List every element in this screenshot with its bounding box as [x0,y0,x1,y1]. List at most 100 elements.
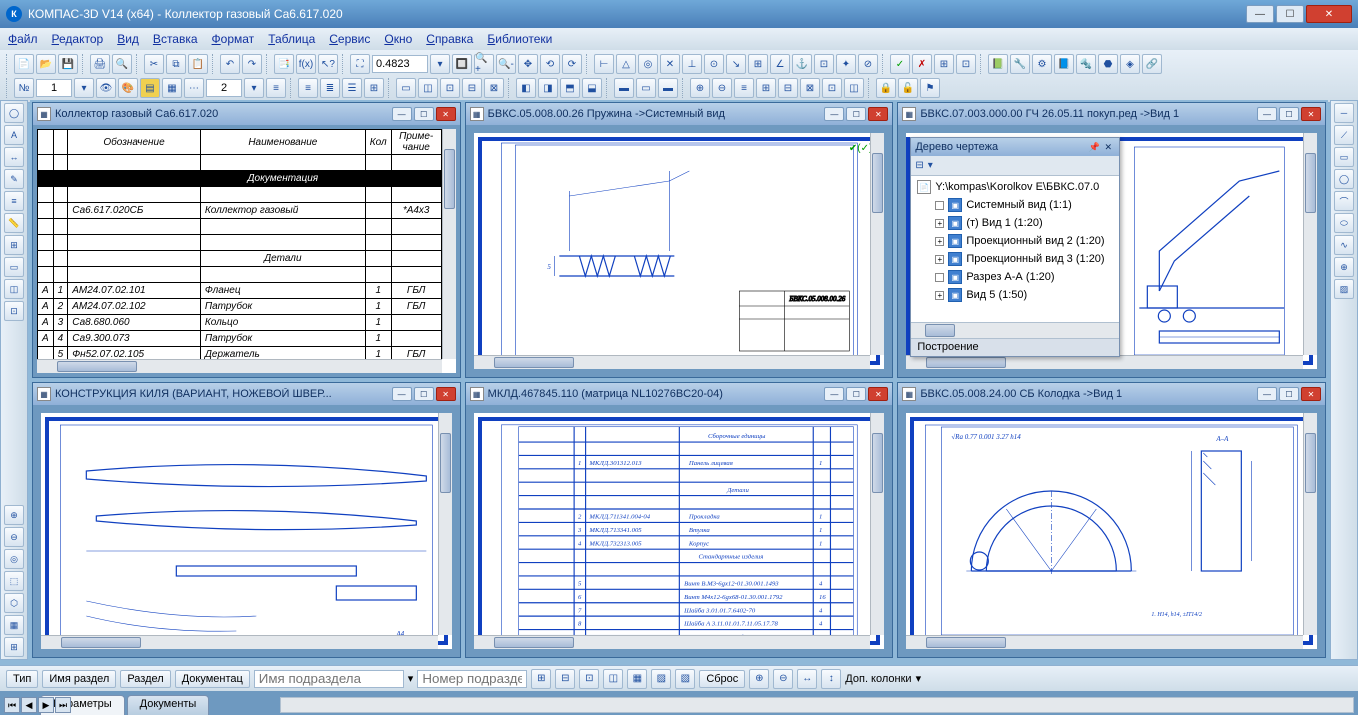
t2-j-icon[interactable]: ▬ [614,78,634,98]
sub-close-button[interactable]: ✕ [1301,107,1321,121]
lib-g-icon[interactable]: ◈ [1120,54,1140,74]
tree-tool-b-icon[interactable]: ▾ [928,160,933,171]
t2-i-icon[interactable]: ⬓ [582,78,602,98]
t2-g-icon[interactable]: ◨ [538,78,558,98]
tab-documents[interactable]: Документы [127,695,210,715]
close-button[interactable]: ✕ [1306,5,1352,23]
scrollbar-horizontal[interactable] [37,359,442,373]
rtool-i-icon[interactable]: ▨ [1334,279,1354,299]
pan-icon[interactable]: ✥ [518,54,538,74]
tab-nav-next-icon[interactable]: ▶ [38,697,54,713]
snap-angle-icon[interactable]: ∠ [770,54,790,74]
vtool-edit-icon[interactable]: ✎ [4,169,24,189]
zoom-out-icon[interactable]: 🔍- [496,54,516,74]
menu-file[interactable]: Файл [8,32,38,46]
tree-item[interactable]: ▣Разрез А-А (1:20) [913,268,1117,286]
zoom-prev-icon[interactable]: ⟲ [540,54,560,74]
preview-icon[interactable]: 🔍 [112,54,132,74]
tree-tool-a-icon[interactable]: ⊟ [915,160,923,171]
t2-d-icon[interactable]: ⊟ [462,78,482,98]
cut-icon[interactable]: ✂ [144,54,164,74]
layer-color-icon[interactable]: 🎨 [118,78,138,98]
vtool-c-icon[interactable]: ⊡ [4,301,24,321]
t2-t-icon[interactable]: ◫ [844,78,864,98]
subsection-num-input[interactable] [417,670,527,688]
tree-footer-tab[interactable]: Построение [911,338,1119,356]
snap-intersect-icon[interactable]: ✕ [660,54,680,74]
paste-icon[interactable]: 📋 [188,54,208,74]
vtool-h-icon[interactable]: ⬡ [4,593,24,613]
t2-l-icon[interactable]: ▬ [658,78,678,98]
tool-a-icon[interactable]: ⊞ [934,54,954,74]
scrollbar-horizontal[interactable] [474,355,871,369]
snap-grid-icon[interactable]: ⊞ [748,54,768,74]
reset-button[interactable]: Сброс [699,670,745,688]
prop-type-button[interactable]: Тип [6,670,38,688]
bb-i-icon[interactable]: ⊖ [773,669,793,689]
spec-icon[interactable]: ⊞ [364,78,384,98]
scrollbar-vertical[interactable] [438,413,452,635]
sub-min-button[interactable]: — [824,107,844,121]
lib-c-icon[interactable]: ⚙ [1032,54,1052,74]
menu-view[interactable]: Вид [117,32,139,46]
menu-service[interactable]: Сервис [329,32,370,46]
t2-u-icon[interactable]: 🔒 [876,78,896,98]
subsection-name-input[interactable] [254,670,404,688]
zoom-window-icon[interactable]: 🔲 [452,54,472,74]
scrollbar-horizontal[interactable] [474,635,871,649]
menu-table[interactable]: Таблица [268,32,315,46]
tab-nav-first-icon[interactable]: ⏮ [4,697,20,713]
t2-f-icon[interactable]: ◧ [516,78,536,98]
t2-q-icon[interactable]: ⊟ [778,78,798,98]
t2-m-icon[interactable]: ⊕ [690,78,710,98]
tree-item[interactable]: +▣(т) Вид 1 (1:20) [913,214,1117,232]
layer-no-icon[interactable]: № [14,78,34,98]
drawing-canvas[interactable]: Сборочные единицы 1МКЛД.301312.013Панель… [478,417,881,645]
print-icon[interactable]: 🖨 [90,54,110,74]
tool-b-icon[interactable]: ⊡ [956,54,976,74]
new-doc-icon[interactable]: 📄 [14,54,34,74]
lib-b-icon[interactable]: 🔧 [1010,54,1030,74]
lib-e-icon[interactable]: 🔩 [1076,54,1096,74]
layer-lock-icon[interactable]: ▦ [162,78,182,98]
ortho-icon[interactable]: ⊡ [814,54,834,74]
sub-max-button[interactable]: ☐ [414,107,434,121]
zoom-input[interactable] [372,55,428,73]
t2-s-icon[interactable]: ⊡ [822,78,842,98]
sub-close-button[interactable]: ✕ [436,387,456,401]
t2-k-icon[interactable]: ▭ [636,78,656,98]
vtool-f-icon[interactable]: ◎ [4,549,24,569]
t2-e-icon[interactable]: ⊠ [484,78,504,98]
rtool-c-icon[interactable]: ▭ [1334,147,1354,167]
props-icon[interactable]: 📑 [274,54,294,74]
bb-a-icon[interactable]: ⊞ [531,669,551,689]
vtool-b-icon[interactable]: ◫ [4,279,24,299]
rtool-f-icon[interactable]: ⬭ [1334,213,1354,233]
layer-input-1[interactable] [36,79,72,97]
scrollbar-vertical[interactable] [1303,133,1317,355]
scrollbar-horizontal[interactable] [41,635,438,649]
snap-center-icon[interactable]: ◎ [638,54,658,74]
check-icon[interactable]: ✓ [890,54,910,74]
tab-nav-last-icon[interactable]: ⏭ [55,697,71,713]
tree-root[interactable]: 📄Y:\kompas\Korolkov E\БВКС.07.0 [913,178,1117,196]
bb-d-icon[interactable]: ◫ [603,669,623,689]
vtool-g-icon[interactable]: ⬚ [4,571,24,591]
bb-j-icon[interactable]: ↔ [797,669,817,689]
snap-near-icon[interactable]: ↘ [726,54,746,74]
vtool-spec-icon[interactable]: ⊞ [4,235,24,255]
sub-max-button[interactable]: ☐ [846,107,866,121]
prop-section-button[interactable]: Раздел [120,670,170,688]
vtool-geom-icon[interactable]: ◯ [4,103,24,123]
bottom-hscroll[interactable] [280,697,1354,713]
vtool-text-icon[interactable]: A [4,125,24,145]
sub-close-button[interactable]: ✕ [868,107,888,121]
bb-k-icon[interactable]: ↕ [821,669,841,689]
layer-mgr-icon[interactable]: ≡ [266,78,286,98]
t2-v-icon[interactable]: 🔓 [898,78,918,98]
sub-min-button[interactable]: — [392,387,412,401]
t2-b-icon[interactable]: ◫ [418,78,438,98]
sub-max-button[interactable]: ☐ [1279,107,1299,121]
t2-h-icon[interactable]: ⬒ [560,78,580,98]
menu-edit[interactable]: Редактор [52,32,104,46]
